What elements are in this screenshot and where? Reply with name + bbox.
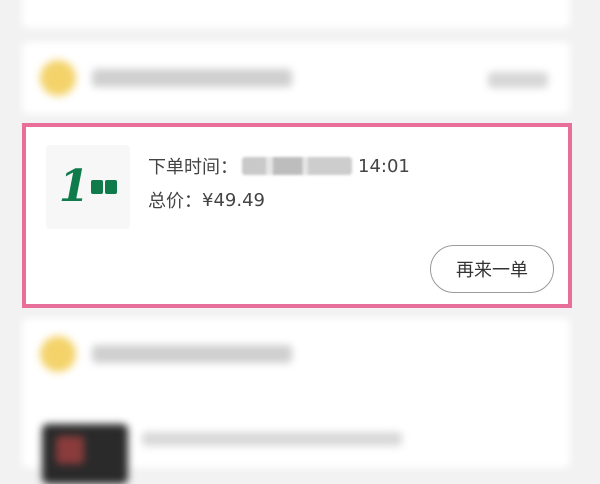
order-total-row: 总价： ¥49.49 <box>148 183 410 217</box>
reorder-button[interactable]: 再来一单 <box>430 245 554 293</box>
shop-name-redacted <box>92 69 292 87</box>
store-logo: 1 <box>46 145 130 229</box>
shop-avatar <box>40 336 76 372</box>
order-time-value: 14:01 <box>358 155 410 177</box>
order-time-label: 下单时间： <box>148 157 238 178</box>
highlighted-order-card[interactable]: 1 下单时间： 14:01 总价： ¥49.49 再来一单 <box>22 123 572 308</box>
blurred-order-card-bottom <box>22 318 570 484</box>
order-date-redacted <box>242 157 352 175</box>
shop-avatar <box>40 60 76 96</box>
shop-row <box>40 58 292 98</box>
blurred-order-card <box>22 42 570 114</box>
logo-mark-icon <box>91 180 118 194</box>
order-total-label: 总价： <box>148 191 202 212</box>
shop-name-redacted <box>92 345 292 363</box>
order-total-value: ¥49.49 <box>202 189 265 211</box>
shop-row <box>40 334 292 374</box>
order-status-redacted <box>488 72 548 88</box>
logo-numeral-one: 1 <box>58 161 90 212</box>
product-title-redacted <box>142 432 402 446</box>
order-time-row: 下单时间： 14:01 <box>148 149 410 183</box>
order-info: 下单时间： 14:01 总价： ¥49.49 <box>148 149 410 217</box>
blurred-order-card-top <box>22 0 570 28</box>
product-thumbnail <box>42 424 128 484</box>
